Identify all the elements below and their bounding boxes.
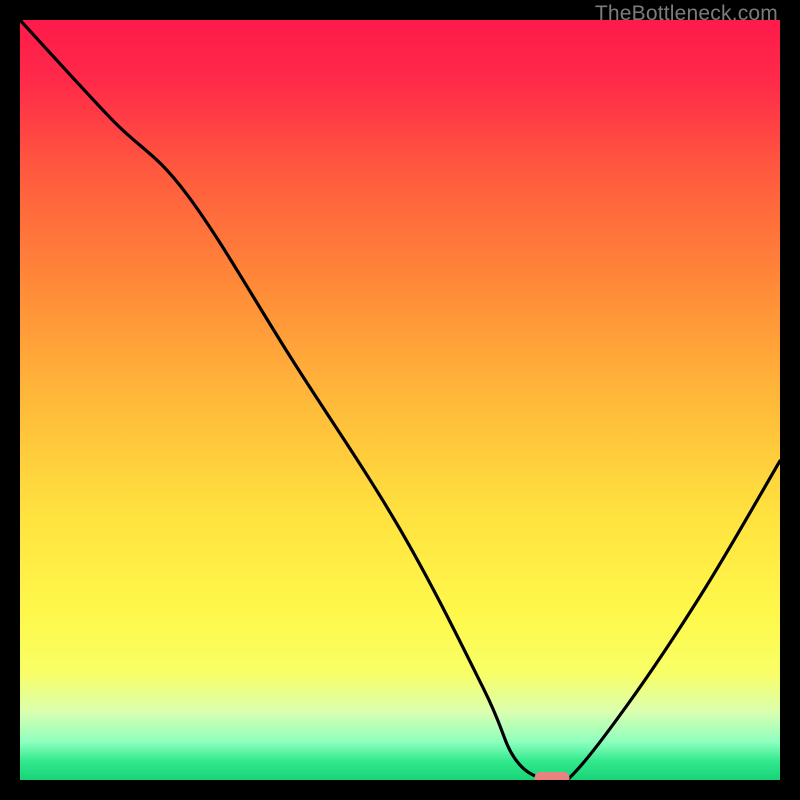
optimal-marker [535, 772, 570, 780]
bottleneck-curve [20, 20, 780, 780]
chart-frame: TheBottleneck.com [0, 0, 800, 800]
plot-area [20, 20, 780, 780]
curve-path [20, 20, 780, 780]
